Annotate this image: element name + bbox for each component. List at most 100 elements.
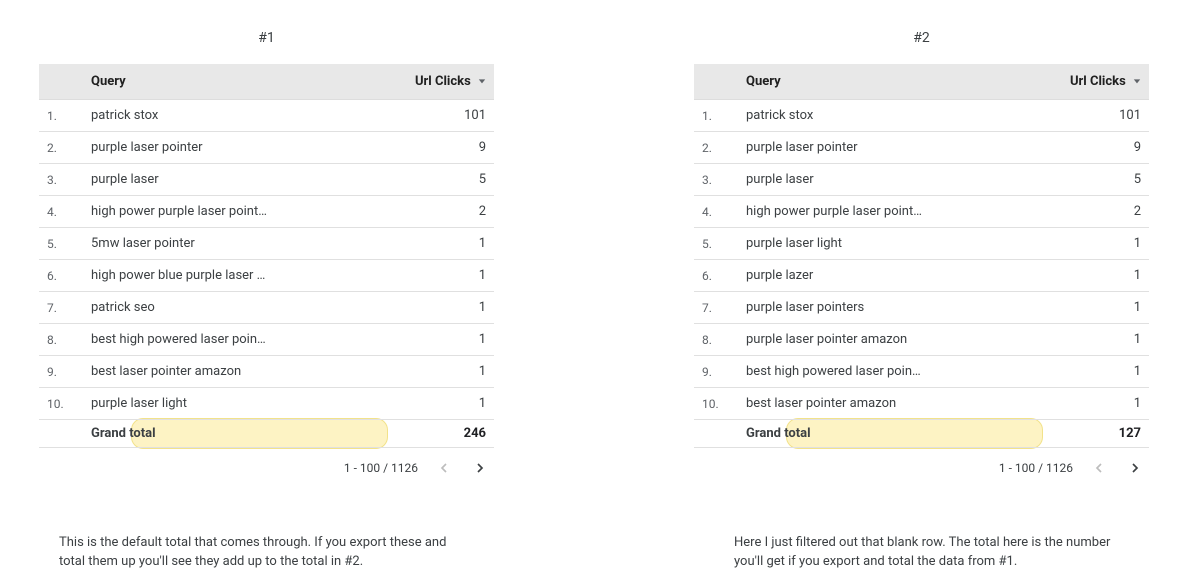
row-index: 9. xyxy=(39,356,83,388)
row-clicks: 1 xyxy=(384,260,494,292)
row-clicks: 1 xyxy=(1039,388,1149,420)
row-index: 8. xyxy=(39,324,83,356)
table-row[interactable]: 10.best laser pointer amazon1 xyxy=(694,388,1149,420)
pager-range: 1 - 100 / 1126 xyxy=(344,461,418,475)
row-query: best high powered laser poin… xyxy=(83,324,384,356)
panel-1-title: #1 xyxy=(39,30,494,46)
row-index: 1. xyxy=(39,100,83,132)
row-clicks: 1 xyxy=(384,356,494,388)
panel-1-caption: This is the default total that comes thr… xyxy=(59,534,459,572)
panel-2: #2 Query Url Clicks 1.patrick stox101 2.… xyxy=(694,24,1149,572)
row-index: 2. xyxy=(694,132,738,164)
row-index: 7. xyxy=(694,292,738,324)
table-row[interactable]: 8.best high powered laser poin…1 xyxy=(39,324,494,356)
table-row[interactable]: 5.purple laser light1 xyxy=(694,228,1149,260)
row-query: purple laser xyxy=(83,164,384,196)
row-query: best laser pointer amazon xyxy=(83,356,384,388)
header-url-clicks[interactable]: Url Clicks xyxy=(384,64,494,100)
next-page-button[interactable] xyxy=(1125,458,1145,478)
row-query: high power blue purple laser … xyxy=(83,260,384,292)
table-row[interactable]: 3.purple laser5 xyxy=(694,164,1149,196)
row-query: best laser pointer amazon xyxy=(738,388,1039,420)
grand-total-label: Grand total xyxy=(746,426,811,441)
row-clicks: 1 xyxy=(1039,260,1149,292)
comparison-container: #1 Query Url Clicks 1.patrick stox101 2.… xyxy=(0,0,1188,572)
row-index: 2. xyxy=(39,132,83,164)
row-index: 3. xyxy=(39,164,83,196)
grand-total-value: 127 xyxy=(1039,420,1149,448)
table-row[interactable]: 7.patrick seo1 xyxy=(39,292,494,324)
table-row[interactable]: 6.high power blue purple laser …1 xyxy=(39,260,494,292)
table-row[interactable]: 2.purple laser pointer9 xyxy=(39,132,494,164)
table-row[interactable]: 3.purple laser5 xyxy=(39,164,494,196)
row-query: high power purple laser point… xyxy=(738,196,1039,228)
table-row[interactable]: 9.best high powered laser poin…1 xyxy=(694,356,1149,388)
pager: 1 - 100 / 1126 xyxy=(694,448,1149,478)
table-row[interactable]: 7.purple laser pointers1 xyxy=(694,292,1149,324)
row-index: 6. xyxy=(39,260,83,292)
row-query: purple lazer xyxy=(738,260,1039,292)
header-index xyxy=(39,64,83,100)
row-query: purple laser pointer xyxy=(83,132,384,164)
row-query: patrick stox xyxy=(83,100,384,132)
row-index: 5. xyxy=(39,228,83,260)
row-clicks: 1 xyxy=(384,388,494,420)
grand-total-label: Grand total xyxy=(91,426,156,441)
row-query: patrick stox xyxy=(738,100,1039,132)
row-query: patrick seo xyxy=(83,292,384,324)
header-index xyxy=(694,64,738,100)
table-row[interactable]: 6.purple lazer1 xyxy=(694,260,1149,292)
row-query: purple laser pointers xyxy=(738,292,1039,324)
highlight-bar xyxy=(131,418,388,449)
grand-total-row: Grand total 246 xyxy=(39,420,494,448)
row-query: purple laser pointer amazon xyxy=(738,324,1039,356)
row-clicks: 1 xyxy=(1039,356,1149,388)
row-index: 10. xyxy=(694,388,738,420)
row-index: 6. xyxy=(694,260,738,292)
row-query: best high powered laser poin… xyxy=(738,356,1039,388)
panel-2-table: Query Url Clicks 1.patrick stox101 2.pur… xyxy=(694,64,1149,448)
row-index: 9. xyxy=(694,356,738,388)
header-url-clicks-label: Url Clicks xyxy=(415,74,471,89)
row-query: high power purple laser point… xyxy=(83,196,384,228)
prev-page-button[interactable] xyxy=(434,458,454,478)
row-clicks: 9 xyxy=(1039,132,1149,164)
table-row[interactable]: 8.purple laser pointer amazon1 xyxy=(694,324,1149,356)
grand-total-row: Grand total 127 xyxy=(694,420,1149,448)
table-row[interactable]: 9.best laser pointer amazon1 xyxy=(39,356,494,388)
row-clicks: 1 xyxy=(1039,292,1149,324)
panel-2-title: #2 xyxy=(694,30,1149,46)
row-clicks: 101 xyxy=(384,100,494,132)
panel-2-caption: Here I just filtered out that blank row.… xyxy=(734,534,1134,572)
panel-1-table: Query Url Clicks 1.patrick stox101 2.pur… xyxy=(39,64,494,448)
header-query[interactable]: Query xyxy=(83,64,384,100)
prev-page-button[interactable] xyxy=(1089,458,1109,478)
row-clicks: 2 xyxy=(384,196,494,228)
row-clicks: 2 xyxy=(1039,196,1149,228)
table-row[interactable]: 10.purple laser light1 xyxy=(39,388,494,420)
grand-total-value: 246 xyxy=(384,420,494,448)
table-row[interactable]: 5.5mw laser pointer1 xyxy=(39,228,494,260)
header-url-clicks-label: Url Clicks xyxy=(1070,74,1126,89)
next-page-button[interactable] xyxy=(470,458,490,478)
row-index: 5. xyxy=(694,228,738,260)
sort-desc-icon xyxy=(1133,74,1141,89)
row-index: 8. xyxy=(694,324,738,356)
row-clicks: 101 xyxy=(1039,100,1149,132)
table-row[interactable]: 2.purple laser pointer9 xyxy=(694,132,1149,164)
row-index: 1. xyxy=(694,100,738,132)
row-query: 5mw laser pointer xyxy=(83,228,384,260)
table-row[interactable]: 4.high power purple laser point…2 xyxy=(39,196,494,228)
row-index: 4. xyxy=(39,196,83,228)
table-row[interactable]: 1.patrick stox101 xyxy=(694,100,1149,132)
row-query: purple laser pointer xyxy=(738,132,1039,164)
row-index: 10. xyxy=(39,388,83,420)
header-url-clicks[interactable]: Url Clicks xyxy=(1039,64,1149,100)
row-query: purple laser light xyxy=(83,388,384,420)
table-row[interactable]: 4.high power purple laser point…2 xyxy=(694,196,1149,228)
header-query[interactable]: Query xyxy=(738,64,1039,100)
row-clicks: 5 xyxy=(1039,164,1149,196)
row-index: 4. xyxy=(694,196,738,228)
table-row[interactable]: 1.patrick stox101 xyxy=(39,100,494,132)
pager-range: 1 - 100 / 1126 xyxy=(999,461,1073,475)
